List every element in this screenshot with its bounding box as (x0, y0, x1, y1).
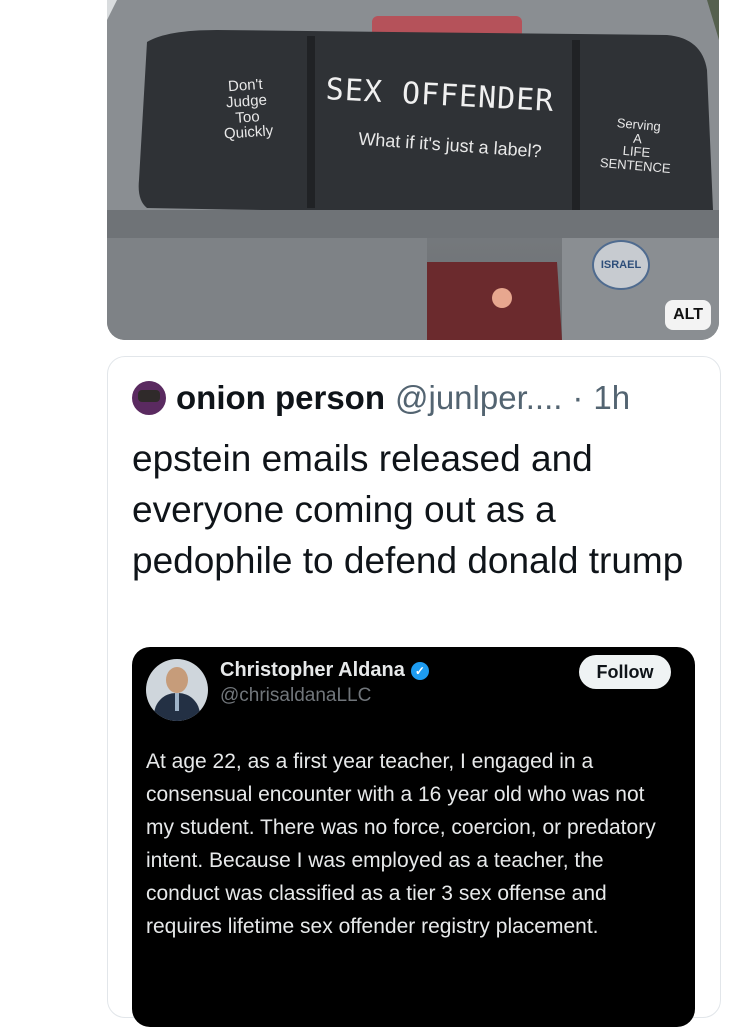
post-text: epstein emails released and everyone com… (132, 438, 684, 581)
sticker-life-sentence: Serving A LIFE SENTENCE (599, 115, 672, 176)
embedded-tweet-screenshot[interactable]: Christopher Aldana ✓ @chrisaldanaLLC Fol… (132, 647, 695, 1027)
embed-author-name-text: Christopher Aldana (220, 659, 405, 681)
avatar[interactable] (146, 659, 208, 721)
author-handle[interactable]: @junlper.... (395, 379, 562, 417)
post-header: onion person @junlper.... · 1h (132, 379, 630, 417)
separator-dot: · (572, 379, 584, 416)
embed-author-handle[interactable]: @chrisaldanaLLC (220, 685, 371, 707)
alt-text-button[interactable]: ALT (665, 300, 711, 330)
post-image[interactable]: Don't Judge Too Quickly SEX OFFENDER Wha… (107, 0, 719, 340)
embed-body-text: At age 22, as a first year teacher, I en… (146, 750, 656, 938)
quote-post-card[interactable]: onion person @junlper.... · 1h epstein e… (107, 356, 721, 1027)
post-timestamp[interactable]: 1h (593, 379, 630, 417)
israel-emblem: ISRAEL (592, 240, 650, 290)
follow-button[interactable]: Follow (579, 655, 671, 689)
embed-author-name[interactable]: Christopher Aldana ✓ (220, 659, 429, 682)
author-name[interactable]: onion person (176, 379, 385, 417)
avatar[interactable] (132, 381, 166, 415)
verified-badge-icon: ✓ (410, 661, 429, 680)
sticker-dont-judge: Don't Judge Too Quickly (223, 75, 274, 143)
